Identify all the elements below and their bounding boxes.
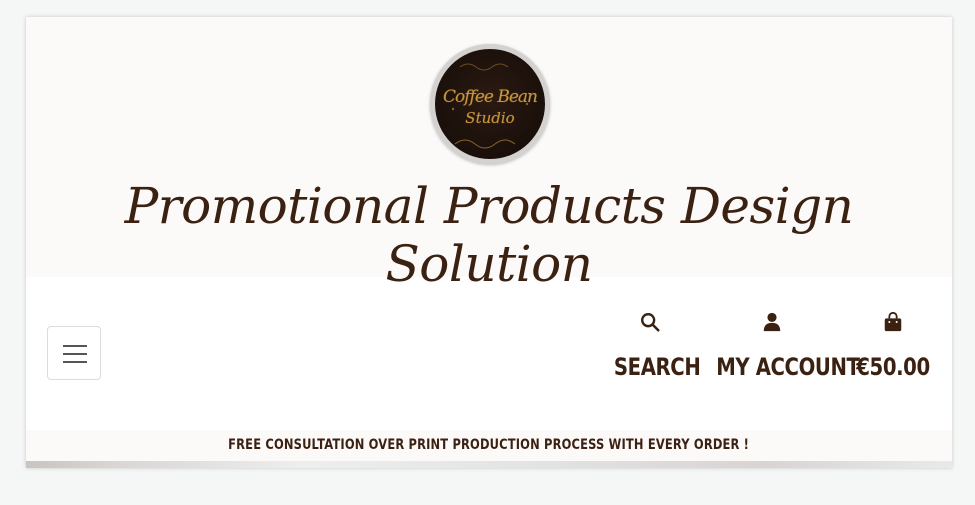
bag-total-label: €50.00	[856, 353, 930, 381]
search-link[interactable]: SEARCH	[606, 311, 701, 381]
search-icon	[641, 313, 660, 332]
site-tagline: Promotional Products Design Solution	[124, 177, 854, 293]
logo-text-line-2: Studio	[465, 109, 515, 127]
my-account-label: MY ACCOUNT	[716, 353, 860, 381]
my-account-link[interactable]: MY ACCOUNT	[704, 311, 860, 381]
shopping-bag-icon	[884, 311, 902, 332]
hero-image-edge	[26, 461, 952, 468]
promo-banner: FREE CONSULTATION OVER PRINT PRODUCTION …	[26, 430, 952, 461]
brand-logo[interactable]: Coffee Bean Studio	[430, 44, 550, 164]
logo-text-line-1: Coffee Bean	[443, 87, 538, 107]
user-icon	[763, 312, 781, 332]
shopping-bag-link[interactable]: €50.00	[848, 311, 938, 381]
promo-banner-text: FREE CONSULTATION OVER PRINT PRODUCTION …	[228, 437, 750, 453]
logo-badge: Coffee Bean Studio	[435, 49, 545, 159]
header-banner: Coffee Bean Studio Promotional Products …	[26, 17, 952, 293]
search-label: SEARCH	[613, 353, 701, 381]
page-frame: Coffee Bean Studio Promotional Products …	[26, 17, 952, 468]
menu-toggle-button[interactable]	[47, 326, 101, 380]
